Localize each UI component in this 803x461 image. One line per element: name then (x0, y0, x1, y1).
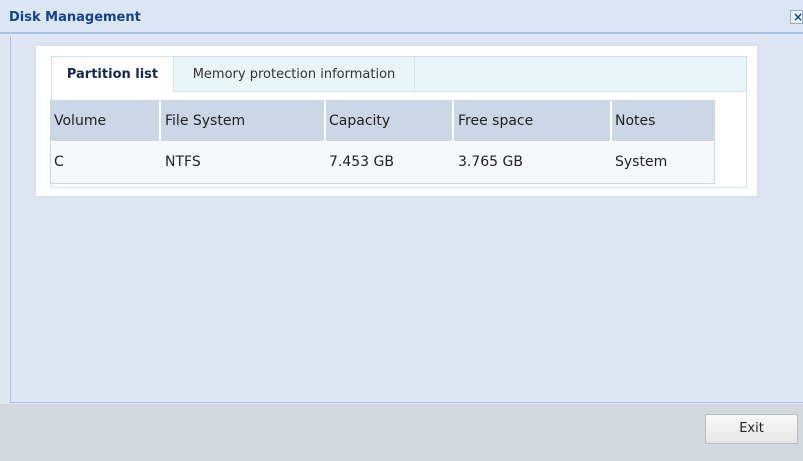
dialog-footer (0, 404, 803, 461)
partition-table: Volume File System Capacity Free space N… (50, 100, 715, 184)
cell-free-space: 3.765 GB (458, 154, 523, 170)
column-header-notes[interactable]: Notes (612, 101, 714, 141)
column-header-capacity[interactable]: Capacity (326, 101, 454, 141)
table-header: Volume File System Capacity Free space N… (51, 101, 714, 141)
cell-volume: C (54, 154, 64, 170)
tab-partition-list[interactable]: Partition list (52, 57, 174, 93)
column-header-volume[interactable]: Volume (51, 101, 161, 141)
cell-capacity: 7.453 GB (329, 154, 394, 170)
cell-file-system: NTFS (165, 154, 201, 170)
table-row[interactable]: C NTFS 7.453 GB 3.765 GB System (51, 142, 714, 183)
column-header-free-space[interactable]: Free space (454, 101, 612, 141)
cell-notes: System (615, 154, 668, 170)
tab-strip: Partition list Memory protection informa… (52, 57, 746, 93)
window-title: Disk Management (9, 10, 141, 25)
window-titlebar: Disk Management × (0, 0, 803, 34)
tab-memory-protection[interactable]: Memory protection information (174, 57, 415, 92)
disk-panel: Partition list Memory protection informa… (35, 45, 758, 197)
column-header-file-system[interactable]: File System (161, 101, 326, 141)
close-icon[interactable]: × (790, 10, 803, 24)
exit-button[interactable]: Exit (705, 414, 798, 444)
